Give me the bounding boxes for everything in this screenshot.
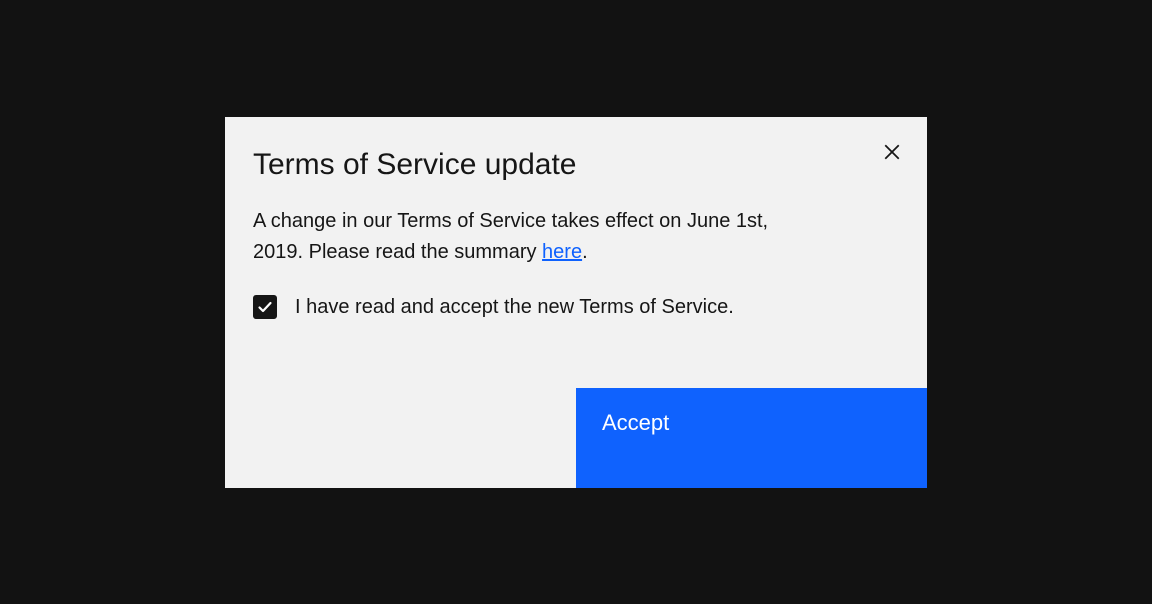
accept-button[interactable]: Accept [576,388,927,488]
accept-checkbox-row: I have read and accept the new Terms of … [253,294,899,320]
accept-checkbox-label: I have read and accept the new Terms of … [295,294,734,320]
modal-description: A change in our Terms of Service takes e… [253,206,813,268]
terms-modal: Terms of Service update A change in our … [225,117,927,488]
modal-footer: Accept [225,388,927,488]
close-button[interactable] [879,139,905,165]
description-text-post: . [582,241,588,263]
modal-body: A change in our Terms of Service takes e… [225,184,927,348]
accept-checkbox[interactable] [253,295,277,319]
description-text-pre: A change in our Terms of Service takes e… [253,210,768,263]
summary-link[interactable]: here [542,241,582,263]
close-icon [883,143,901,161]
checkmark-icon [257,299,273,315]
modal-header: Terms of Service update [225,117,927,184]
modal-title: Terms of Service update [253,145,576,184]
